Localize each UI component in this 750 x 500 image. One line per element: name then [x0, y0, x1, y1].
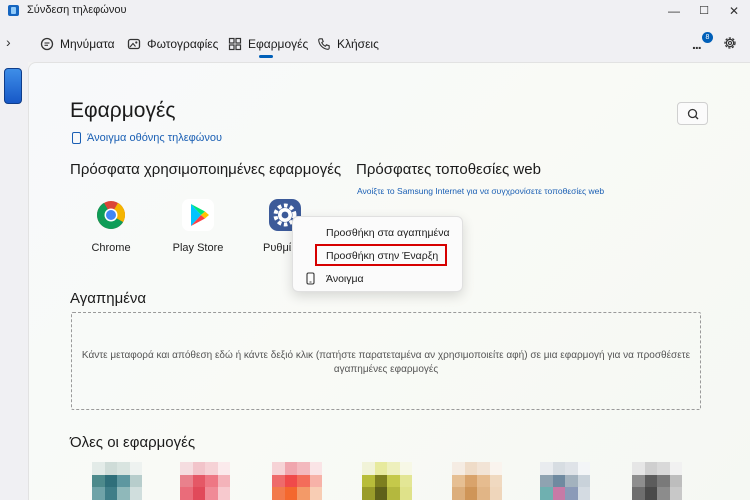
- pixelated-app-icon[interactable]: [180, 462, 230, 500]
- search-icon: [687, 108, 699, 120]
- menu-item-label: Προσθήκη στα αγαπημένα: [326, 227, 450, 239]
- chrome-icon: [94, 198, 128, 232]
- menu-item-open[interactable]: Άνοιγμα: [293, 269, 462, 289]
- active-tab-indicator: [259, 55, 273, 58]
- all-apps-heading: Όλες οι εφαρμογές: [70, 434, 196, 451]
- window-title: Σύνδεση τηλεφώνου: [27, 4, 127, 16]
- tab-label: Φωτογραφίες: [147, 37, 219, 51]
- samsung-internet-link[interactable]: Ανοίξτε το Samsung Internet για να συγχρ…: [357, 186, 604, 196]
- pixelated-app-icon[interactable]: [272, 462, 322, 500]
- phone-icon: [306, 272, 315, 285]
- minimize-button[interactable]: —: [660, 2, 688, 20]
- favorites-drop-zone[interactable]: Κάντε μεταφορά και απόθεση εδώ ή κάντε δ…: [71, 312, 701, 410]
- expand-chevron-icon[interactable]: ›: [6, 34, 11, 50]
- menu-item-label: Άνοιγμα: [326, 273, 364, 285]
- pixelated-app-icon[interactable]: [92, 462, 142, 500]
- app-label: Play Store: [172, 242, 224, 254]
- phone-screen-icon: [72, 132, 81, 144]
- favorites-hint: Κάντε μεταφορά και απόθεση εδώ ή κάντε δ…: [81, 350, 691, 375]
- play-store-icon: [181, 198, 215, 232]
- settings-gear-icon[interactable]: [722, 35, 738, 51]
- tab-label: Μηνύματα: [60, 37, 115, 51]
- phone-icon: [318, 38, 330, 50]
- tab-calls[interactable]: Κλήσεις: [317, 34, 379, 54]
- maximize-button[interactable]: ☐: [690, 2, 718, 20]
- top-navigation: › Μηνύματα Φωτογραφίες Εφαρμογές Κλήσεις…: [0, 22, 750, 62]
- open-phone-screen-link[interactable]: Άνοιγμα οθόνης τηλεφώνου: [72, 132, 222, 144]
- tab-label: Εφαρμογές: [248, 37, 309, 51]
- more-notifications-button[interactable]: ... 8: [692, 32, 714, 52]
- search-button[interactable]: [677, 102, 708, 125]
- pixelated-app-icon[interactable]: [362, 462, 412, 500]
- more-dots-icon: ...: [692, 36, 702, 52]
- chat-icon: [40, 37, 54, 51]
- pixelated-app-icon[interactable]: [540, 462, 590, 500]
- phone-link-logo-icon: [8, 5, 19, 16]
- tab-label: Κλήσεις: [337, 37, 379, 51]
- pixelated-app-icon[interactable]: [632, 462, 682, 500]
- photo-icon: [127, 38, 141, 50]
- tab-photos[interactable]: Φωτογραφίες: [127, 34, 218, 54]
- page-title: Εφαρμογές: [70, 99, 176, 122]
- recent-apps-heading: Πρόσφατα χρησιμοποιημένες εφαρμογές: [70, 161, 342, 178]
- tab-messages[interactable]: Μηνύματα: [40, 34, 115, 54]
- apps-icon: [228, 37, 242, 51]
- tab-apps[interactable]: Εφαρμογές: [228, 34, 308, 54]
- open-phone-screen-label: Άνοιγμα οθόνης τηλεφώνου: [87, 132, 223, 144]
- pixelated-app-icon[interactable]: [452, 462, 502, 500]
- menu-item-add-to-favorites[interactable]: Προσθήκη στα αγαπημένα: [293, 223, 462, 243]
- favorites-heading: Αγαπημένα: [70, 290, 147, 307]
- close-button[interactable]: ✕: [720, 2, 748, 20]
- recent-web-heading: Πρόσφατες τοποθεσίες web: [356, 161, 541, 178]
- app-label: Chrome: [91, 242, 131, 254]
- notification-badge: 8: [702, 32, 713, 43]
- title-bar: Σύνδεση τηλεφώνου — ☐ ✕: [0, 0, 750, 22]
- recent-app-play-store[interactable]: Play Store: [163, 198, 233, 254]
- recent-app-chrome[interactable]: Chrome: [76, 198, 146, 254]
- highlight-box: [315, 244, 447, 266]
- phone-thumbnail[interactable]: [4, 68, 22, 104]
- left-rail: [0, 62, 28, 500]
